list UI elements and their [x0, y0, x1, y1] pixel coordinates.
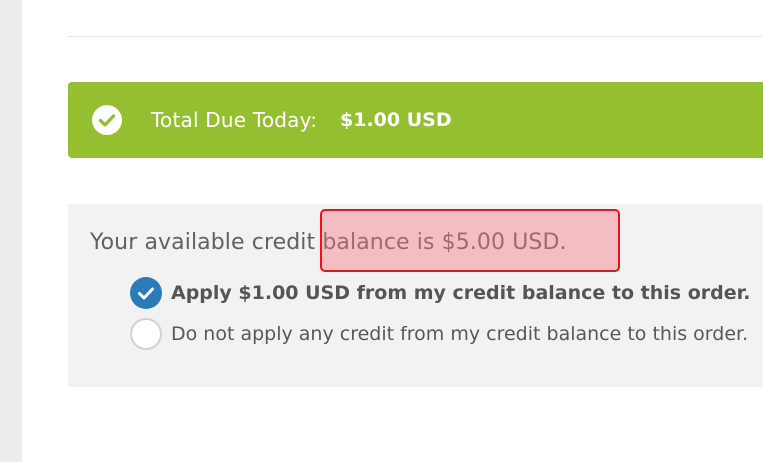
- radio-unchecked-icon[interactable]: [130, 318, 162, 350]
- apply-credit-option[interactable]: Apply $1.00 USD from my credit balance t…: [130, 276, 763, 310]
- total-due-label: Total Due Today:: [151, 108, 318, 132]
- total-due-banner: Total Due Today: $1.00 USD: [68, 82, 763, 158]
- no-credit-option[interactable]: Do not apply any credit from my credit b…: [130, 317, 763, 351]
- no-credit-label[interactable]: Do not apply any credit from my credit b…: [171, 322, 748, 346]
- radio-checked-icon[interactable]: [130, 277, 162, 309]
- page-left-gutter: [0, 0, 22, 462]
- credit-balance-highlight: [320, 209, 620, 272]
- apply-credit-label[interactable]: Apply $1.00 USD from my credit balance t…: [171, 281, 751, 305]
- check-circle-icon: [92, 105, 122, 135]
- total-due-amount: $1.00 USD: [340, 109, 452, 131]
- section-divider: [68, 36, 763, 37]
